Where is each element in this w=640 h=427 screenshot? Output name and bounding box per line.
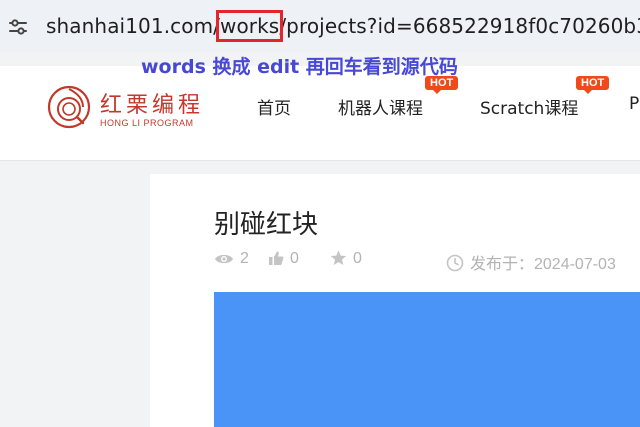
publish-date: 发布于：2024-07-03 — [446, 250, 616, 274]
nav-robot-courses[interactable]: 机器人课程 HOT — [338, 76, 459, 119]
annotation-text: words 换成 edit 再回车看到源代码 — [141, 56, 458, 78]
logo-text[interactable]: 红栗编程 — [100, 87, 204, 119]
likes-count: 0 — [290, 250, 299, 267]
hongli-logo-icon[interactable] — [47, 85, 91, 129]
site-info-icon[interactable] — [8, 17, 28, 37]
stars-stat[interactable]: 0 — [330, 250, 362, 268]
project-card: 别碰红块 2 0 0 发布于：2024-07-03 — [150, 174, 640, 427]
nav-label: Scratch课程 — [480, 99, 579, 119]
eye-icon — [215, 254, 233, 264]
logo-subtext: HONG LI PROGRAM — [100, 118, 194, 128]
url-text[interactable]: shanhai101.com/works/projects?id=6685229… — [46, 10, 640, 42]
url-suffix: /projects?id=668522918f0c70260b3 — [279, 14, 640, 38]
url-highlighted-segment: works — [215, 10, 284, 42]
address-bar[interactable]: shanhai101.com/works/projects?id=6685229… — [0, 0, 640, 52]
nav-label: 首页 — [257, 99, 291, 119]
nav-label: 机器人课程 — [338, 99, 423, 119]
views-stat: 2 — [214, 250, 249, 268]
clock-icon — [446, 254, 464, 272]
nav-python-courses[interactable]: P — [629, 94, 639, 114]
thumbs-up-icon — [269, 251, 284, 265]
likes-stat[interactable]: 0 — [268, 250, 299, 268]
nav-home[interactable]: 首页 — [257, 94, 291, 119]
nav-label: P — [629, 94, 640, 114]
views-count: 2 — [240, 250, 249, 267]
star-icon — [330, 250, 347, 265]
hot-badge: HOT — [576, 76, 610, 94]
project-stage-preview[interactable] — [214, 292, 640, 427]
nav-scratch-courses[interactable]: Scratch课程 HOT — [480, 76, 610, 119]
project-title: 别碰红块 — [214, 210, 319, 240]
publish-date-text: 发布于：2024-07-03 — [470, 256, 616, 273]
site-header: 红栗编程 HONG LI PROGRAM 首页 机器人课程 HOT Scratc… — [0, 66, 640, 161]
stars-count: 0 — [353, 250, 362, 267]
url-prefix: shanhai101.com/ — [46, 14, 220, 38]
